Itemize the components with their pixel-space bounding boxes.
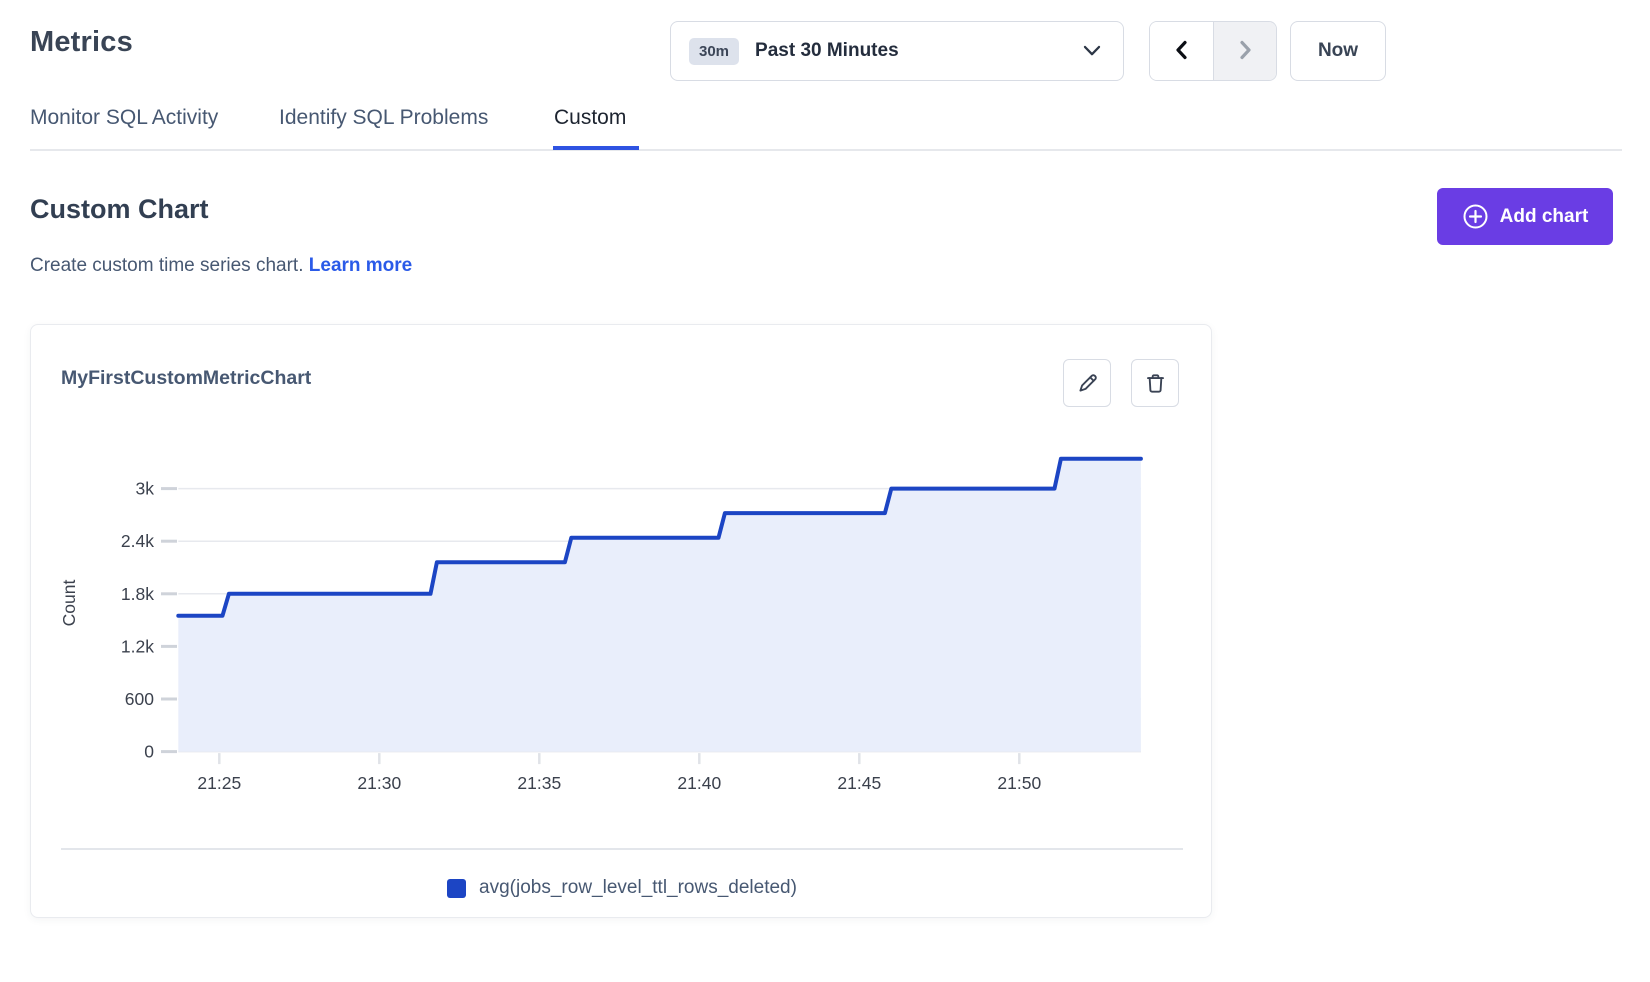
time-range-label: Past 30 Minutes	[755, 40, 899, 62]
next-time-button[interactable]	[1213, 22, 1276, 80]
time-range-selector[interactable]: 30m Past 30 Minutes	[670, 21, 1124, 81]
chevron-down-icon	[1083, 45, 1101, 57]
svg-text:21:35: 21:35	[517, 773, 561, 793]
svg-text:21:25: 21:25	[197, 773, 241, 793]
legend-series-label: avg(jobs_row_level_ttl_rows_deleted)	[479, 877, 797, 899]
legend-swatch	[447, 879, 466, 898]
tab-custom[interactable]: Custom	[554, 106, 626, 130]
svg-text:3k: 3k	[136, 479, 155, 499]
now-button[interactable]: Now	[1290, 21, 1386, 81]
edit-chart-button[interactable]	[1063, 359, 1111, 407]
custom-chart-card: MyFirstCustomMetricChart 0 600 1.2k 1.8k 2.4…	[30, 324, 1212, 918]
tab-identify-sql-problems[interactable]: Identify SQL Problems	[279, 106, 488, 130]
chart-title: MyFirstCustomMetricChart	[61, 367, 311, 390]
delete-chart-button[interactable]	[1131, 359, 1179, 407]
svg-text:21:30: 21:30	[357, 773, 401, 793]
custom-metric-chart: 0 600 1.2k 1.8k 2.4k 3k 21:25 21:30 21:35 21:40 21…	[31, 431, 1213, 803]
legend-divider	[61, 848, 1183, 850]
svg-text:21:45: 21:45	[837, 773, 881, 793]
learn-more-link[interactable]: Learn more	[309, 255, 412, 276]
svg-text:Count: Count	[59, 580, 79, 627]
tab-monitor-sql-activity[interactable]: Monitor SQL Activity	[30, 106, 218, 130]
chevron-left-icon	[1170, 38, 1194, 65]
chevron-right-icon	[1233, 38, 1257, 65]
svg-text:2.4k: 2.4k	[121, 531, 154, 551]
active-tab-indicator	[553, 146, 639, 151]
time-range-badge: 30m	[689, 38, 739, 65]
time-window-nav	[1149, 21, 1277, 81]
prev-time-button[interactable]	[1150, 22, 1213, 80]
svg-text:1.8k: 1.8k	[121, 584, 154, 604]
section-subtitle-text: Create custom time series chart.	[30, 255, 303, 276]
svg-text:1.2k: 1.2k	[121, 636, 154, 656]
svg-text:600: 600	[125, 689, 154, 709]
svg-text:21:40: 21:40	[677, 773, 721, 793]
tabs-divider	[30, 149, 1622, 151]
section-subtitle: Create custom time series chart. Learn m…	[30, 255, 412, 277]
trash-icon	[1143, 371, 1168, 396]
pencil-icon	[1075, 371, 1100, 396]
section-title: Custom Chart	[30, 194, 209, 225]
svg-text:0: 0	[144, 742, 154, 762]
add-chart-button[interactable]: Add chart	[1437, 188, 1613, 245]
chart-legend: avg(jobs_row_level_ttl_rows_deleted)	[31, 873, 1213, 903]
add-chart-label: Add chart	[1500, 206, 1589, 228]
plus-circle-icon	[1462, 203, 1489, 230]
svg-text:21:50: 21:50	[997, 773, 1041, 793]
page-title: Metrics	[30, 26, 133, 59]
